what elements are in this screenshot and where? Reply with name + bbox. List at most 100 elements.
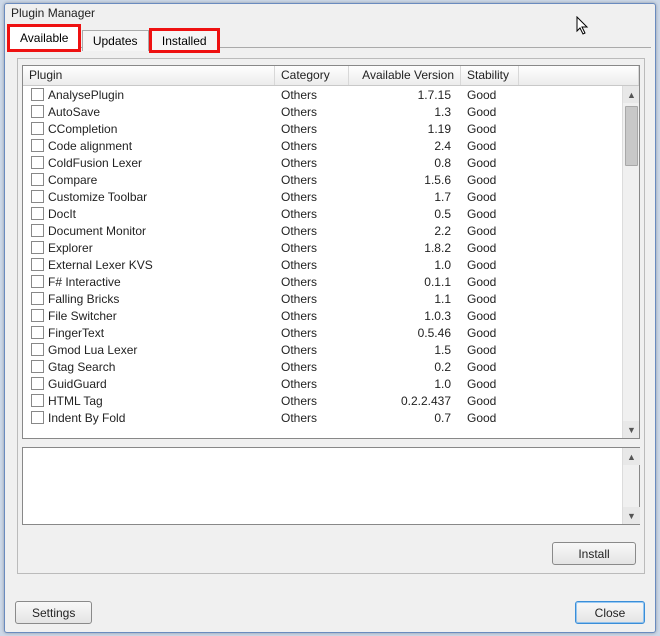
row-checkbox[interactable] xyxy=(31,88,44,101)
scroll-down-icon[interactable]: ▼ xyxy=(623,421,639,438)
row-checkbox[interactable] xyxy=(31,156,44,169)
table-row[interactable]: HTML TagOthers0.2.2.437Good xyxy=(23,392,639,409)
row-checkbox[interactable] xyxy=(31,139,44,152)
row-checkbox[interactable] xyxy=(31,122,44,135)
cell-stability: Good xyxy=(461,105,519,119)
table-row[interactable]: DocItOthers0.5Good xyxy=(23,205,639,222)
scroll-up-icon[interactable]: ▲ xyxy=(623,448,640,465)
plugin-name: Gmod Lua Lexer xyxy=(48,343,137,357)
row-checkbox[interactable] xyxy=(31,105,44,118)
cell-stability: Good xyxy=(461,173,519,187)
plugin-name: Compare xyxy=(48,173,97,187)
plugin-name: DocIt xyxy=(48,207,76,221)
table-row[interactable]: File SwitcherOthers1.0.3Good xyxy=(23,307,639,324)
cell-version: 2.4 xyxy=(349,139,461,153)
row-checkbox[interactable] xyxy=(31,411,44,424)
cell-category: Others xyxy=(275,207,349,221)
table-row[interactable]: Falling BricksOthers1.1Good xyxy=(23,290,639,307)
column-header-version[interactable]: Available Version xyxy=(349,66,461,85)
list-header: Plugin Category Available Version Stabil… xyxy=(23,66,639,86)
plugin-name: AnalysePlugin xyxy=(48,88,124,102)
tab-available[interactable]: Available xyxy=(9,26,79,50)
row-checkbox[interactable] xyxy=(31,258,44,271)
tab-installed[interactable]: Installed xyxy=(151,30,218,51)
table-row[interactable]: Code alignmentOthers2.4Good xyxy=(23,137,639,154)
cell-category: Others xyxy=(275,88,349,102)
cell-plugin: AutoSave xyxy=(23,105,275,119)
cell-stability: Good xyxy=(461,156,519,170)
tab-updates[interactable]: Updates xyxy=(82,30,149,51)
cell-category: Others xyxy=(275,105,349,119)
table-row[interactable]: F# InteractiveOthers0.1.1Good xyxy=(23,273,639,290)
row-checkbox[interactable] xyxy=(31,275,44,288)
plugin-name: AutoSave xyxy=(48,105,100,119)
row-checkbox[interactable] xyxy=(31,292,44,305)
cell-version: 1.0.3 xyxy=(349,309,461,323)
cell-category: Others xyxy=(275,139,349,153)
plugin-name: GuidGuard xyxy=(48,377,107,391)
row-checkbox[interactable] xyxy=(31,224,44,237)
details-scrollbar[interactable]: ▲ ▼ xyxy=(622,448,639,524)
table-row[interactable]: CompareOthers1.5.6Good xyxy=(23,171,639,188)
cell-plugin: AnalysePlugin xyxy=(23,88,275,102)
table-row[interactable]: CCompletionOthers1.19Good xyxy=(23,120,639,137)
column-header-stability[interactable]: Stability xyxy=(461,66,519,85)
row-checkbox[interactable] xyxy=(31,394,44,407)
scroll-down-icon[interactable]: ▼ xyxy=(623,507,640,524)
row-checkbox[interactable] xyxy=(31,377,44,390)
scroll-up-icon[interactable]: ▲ xyxy=(623,86,639,103)
cell-category: Others xyxy=(275,360,349,374)
row-checkbox[interactable] xyxy=(31,343,44,356)
table-row[interactable]: Document MonitorOthers2.2Good xyxy=(23,222,639,239)
table-row[interactable]: Gmod Lua LexerOthers1.5Good xyxy=(23,341,639,358)
cell-version: 1.0 xyxy=(349,377,461,391)
plugin-details-box: ▲ ▼ xyxy=(22,447,640,525)
table-row[interactable]: Gtag SearchOthers0.2Good xyxy=(23,358,639,375)
row-checkbox[interactable] xyxy=(31,207,44,220)
table-row[interactable]: ColdFusion LexerOthers0.8Good xyxy=(23,154,639,171)
list-body: AnalysePluginOthers1.7.15GoodAutoSaveOth… xyxy=(23,86,639,438)
column-header-category[interactable]: Category xyxy=(275,66,349,85)
plugin-name: Code alignment xyxy=(48,139,132,153)
row-checkbox[interactable] xyxy=(31,190,44,203)
cell-plugin: Gtag Search xyxy=(23,360,275,374)
cell-stability: Good xyxy=(461,258,519,272)
scroll-thumb[interactable] xyxy=(625,106,638,166)
row-checkbox[interactable] xyxy=(31,173,44,186)
cell-stability: Good xyxy=(461,411,519,425)
table-row[interactable]: FingerTextOthers0.5.46Good xyxy=(23,324,639,341)
settings-button[interactable]: Settings xyxy=(15,601,92,624)
cell-version: 1.5 xyxy=(349,343,461,357)
plugin-name: Indent By Fold xyxy=(48,411,125,425)
list-scrollbar[interactable]: ▲ ▼ xyxy=(622,86,639,438)
cell-category: Others xyxy=(275,411,349,425)
cell-category: Others xyxy=(275,292,349,306)
row-checkbox[interactable] xyxy=(31,326,44,339)
table-row[interactable]: External Lexer KVSOthers1.0Good xyxy=(23,256,639,273)
table-row[interactable]: AutoSave Others1.3Good xyxy=(23,103,639,120)
cell-plugin: FingerText xyxy=(23,326,275,340)
cell-plugin: Code alignment xyxy=(23,139,275,153)
close-button[interactable]: Close xyxy=(575,601,645,624)
table-row[interactable]: AnalysePluginOthers1.7.15Good xyxy=(23,86,639,103)
tab-content-pane: Plugin Category Available Version Stabil… xyxy=(17,58,645,574)
cell-category: Others xyxy=(275,224,349,238)
row-checkbox[interactable] xyxy=(31,360,44,373)
plugin-name: Document Monitor xyxy=(48,224,146,238)
cell-plugin: Compare xyxy=(23,173,275,187)
cell-stability: Good xyxy=(461,224,519,238)
table-row[interactable]: Indent By Fold Others0.7Good xyxy=(23,409,639,426)
plugin-name: ColdFusion Lexer xyxy=(48,156,142,170)
plugin-name: F# Interactive xyxy=(48,275,121,289)
column-header-plugin[interactable]: Plugin xyxy=(23,66,275,85)
row-checkbox[interactable] xyxy=(31,241,44,254)
table-row[interactable]: Customize ToolbarOthers1.7Good xyxy=(23,188,639,205)
install-button[interactable]: Install xyxy=(552,542,636,565)
cell-version: 0.1.1 xyxy=(349,275,461,289)
cell-version: 1.3 xyxy=(349,105,461,119)
table-row[interactable]: ExplorerOthers1.8.2Good xyxy=(23,239,639,256)
cell-plugin: File Switcher xyxy=(23,309,275,323)
cell-version: 0.7 xyxy=(349,411,461,425)
row-checkbox[interactable] xyxy=(31,309,44,322)
table-row[interactable]: GuidGuardOthers1.0Good xyxy=(23,375,639,392)
